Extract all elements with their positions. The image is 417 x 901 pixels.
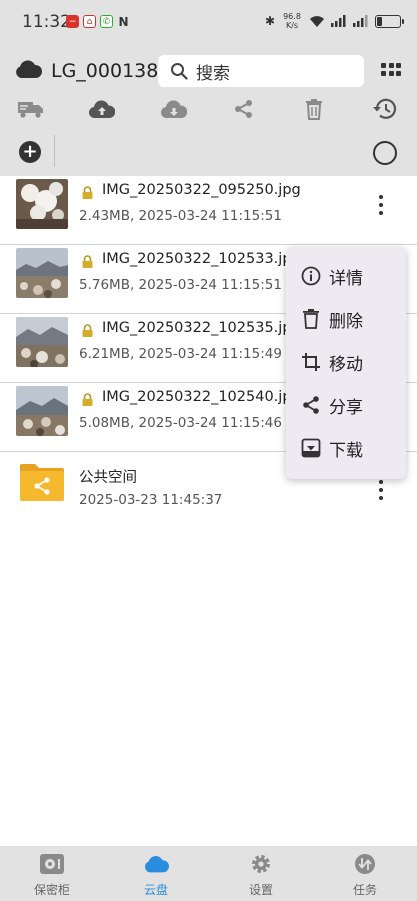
notification-icons: − ⌂ ✆ N (66, 14, 130, 29)
info-icon (300, 265, 322, 287)
signal-icon (331, 15, 346, 27)
safe-icon (39, 852, 65, 876)
nav-item-settings[interactable]: 设置 (209, 846, 313, 901)
file-meta: 6.21MB, 2025-03-24 11:15:49 (79, 346, 282, 362)
file-meta: 5.76MB, 2025-03-24 11:15:51 (79, 277, 282, 293)
file-name: IMG_20250322_102540.jpg (102, 389, 301, 405)
nav-label: 设置 (248, 883, 273, 897)
list-item[interactable]: IMG_20250322_095250.jpg 2.43MB, 2025-03-… (0, 176, 417, 245)
wifi-icon (310, 15, 324, 27)
trash-icon[interactable] (301, 97, 327, 121)
crop-move-icon (300, 351, 322, 373)
app-header: LG_000138 搜索 + (0, 44, 417, 176)
folder-date: 2025-03-23 11:45:37 (79, 492, 223, 508)
transfer-icon (352, 852, 378, 876)
menu-item-label: 下载 (329, 440, 363, 461)
title-bar: LG_000138 搜索 (0, 50, 417, 92)
nav-label: 保密柜 (33, 883, 70, 897)
cloud-icon (16, 60, 42, 78)
gear-icon (248, 852, 274, 876)
folder-name: 公共空间 (79, 470, 137, 486)
photo-thumbnail (16, 386, 68, 436)
photo-thumbnail (16, 317, 68, 367)
share-icon (300, 394, 322, 416)
nfc-icon: N (118, 14, 129, 29)
context-menu: 详情 删除 移动 分享 下载 (286, 247, 406, 479)
select-all-radio[interactable] (373, 141, 397, 165)
grid-view-icon[interactable] (381, 63, 401, 79)
photo-thumbnail (16, 248, 68, 298)
file-name: IMG_20250322_095250.jpg (102, 182, 301, 198)
toolbar (0, 92, 417, 128)
file-meta: 5.08MB, 2025-03-24 11:15:46 (79, 415, 282, 431)
nav-item-cloud[interactable]: 云盘 (104, 846, 208, 901)
menu-item-label: 移动 (329, 354, 363, 375)
file-meta: 2.43MB, 2025-03-24 11:15:51 (79, 208, 282, 224)
menu-item-label: 详情 (329, 268, 363, 289)
download-icon (300, 437, 322, 459)
more-options-icon[interactable] (377, 195, 385, 215)
add-icon[interactable]: + (19, 141, 41, 163)
account-name[interactable]: LG_000138 (51, 60, 158, 82)
more-options-icon[interactable] (377, 480, 385, 500)
app-notification-icon: − (66, 15, 79, 28)
home-app-icon: ⌂ (83, 15, 96, 28)
history-icon[interactable] (372, 97, 398, 121)
status-bar: 11:32 − ⌂ ✆ N ✱ 96.8 K/s (0, 0, 417, 44)
nav-label: 任务 (352, 883, 377, 897)
action-bar: + (0, 132, 417, 172)
status-indicators: ✱ 96.8 K/s (264, 12, 404, 30)
status-time: 11:32 (22, 12, 71, 32)
bluetooth-icon: ✱ (264, 14, 275, 28)
menu-item-label: 删除 (329, 311, 363, 332)
lock-icon (82, 393, 93, 406)
nav-label: 云盘 (143, 883, 168, 897)
phone-app-icon: ✆ (100, 15, 113, 28)
cloud-upload-icon[interactable] (89, 97, 115, 121)
bottom-navigation: 保密柜 云盘 设置 任务 (0, 846, 417, 901)
lock-icon (82, 186, 93, 199)
battery-icon (375, 14, 404, 28)
transfer-truck-icon[interactable] (18, 97, 44, 121)
lock-icon (82, 255, 93, 268)
signal-icon-2 (353, 15, 368, 27)
divider (54, 135, 55, 167)
menu-item-move[interactable]: 移动 (286, 342, 406, 382)
share-icon[interactable] (231, 97, 257, 121)
menu-item-download[interactable]: 下载 (286, 428, 406, 468)
nav-item-safe[interactable]: 保密柜 (0, 846, 104, 901)
menu-item-details[interactable]: 详情 (286, 256, 406, 296)
network-speed: 96.8 K/s (283, 12, 301, 30)
cloud-download-icon[interactable] (161, 97, 187, 121)
shared-folder-icon (20, 464, 64, 501)
photo-thumbnail (16, 179, 68, 229)
search-box[interactable]: 搜索 (158, 55, 364, 87)
lock-icon (82, 324, 93, 337)
search-placeholder: 搜索 (196, 63, 230, 84)
search-icon (171, 63, 188, 80)
menu-item-delete[interactable]: 删除 (286, 299, 406, 339)
cloud-icon (143, 852, 169, 876)
delete-icon (300, 308, 322, 330)
nav-item-tasks[interactable]: 任务 (313, 846, 417, 901)
file-name: IMG_20250322_102535.jpg (102, 320, 301, 336)
file-name: IMG_20250322_102533.jpg (102, 251, 301, 267)
menu-item-share[interactable]: 分享 (286, 385, 406, 425)
menu-item-label: 分享 (329, 397, 363, 418)
